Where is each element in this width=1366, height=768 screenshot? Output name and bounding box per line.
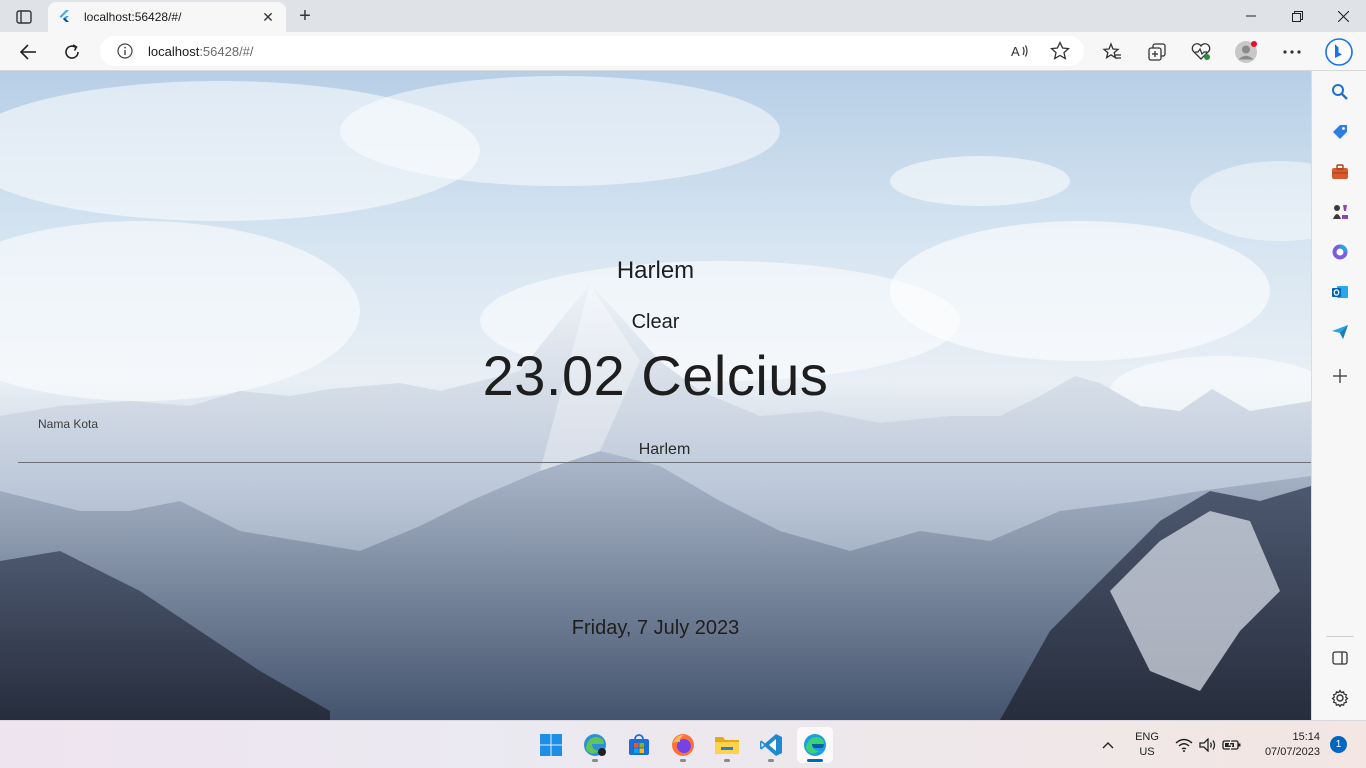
flutter-icon bbox=[58, 9, 74, 25]
weather-description: Clear bbox=[631, 311, 680, 333]
running-indicator bbox=[724, 759, 730, 762]
browser-essentials-icon[interactable] bbox=[1186, 37, 1216, 67]
search-icon[interactable] bbox=[1329, 81, 1351, 103]
sidebar-divider bbox=[1326, 636, 1354, 637]
back-icon[interactable] bbox=[13, 37, 43, 67]
shopping-tag-icon[interactable] bbox=[1329, 121, 1351, 143]
city-input[interactable] bbox=[18, 437, 1311, 463]
site-info-icon[interactable] bbox=[116, 42, 134, 60]
tools-briefcase-icon[interactable] bbox=[1329, 161, 1351, 183]
restore-icon[interactable] bbox=[1274, 0, 1320, 32]
current-date: Friday, 7 July 2023 bbox=[571, 617, 740, 639]
outlook-icon[interactable] bbox=[1329, 281, 1351, 303]
address-bar[interactable]: localhost:56428/#/ A bbox=[100, 36, 1084, 66]
url-host: localhost bbox=[148, 43, 200, 59]
close-window-icon[interactable] bbox=[1320, 0, 1366, 32]
city-field-label: Nama Kota bbox=[38, 417, 99, 431]
svg-text:A: A bbox=[1011, 44, 1020, 59]
file-explorer-icon[interactable] bbox=[709, 727, 745, 763]
bing-copilot-icon[interactable] bbox=[1322, 35, 1356, 69]
language-code: ENG bbox=[1135, 731, 1159, 743]
show-hidden-icons-chevron-icon[interactable] bbox=[1098, 735, 1118, 755]
refresh-icon[interactable] bbox=[57, 37, 87, 67]
window-controls bbox=[1228, 0, 1366, 32]
tab-actions-icon[interactable] bbox=[10, 6, 38, 28]
tab-title: localhost:56428/#/ bbox=[84, 10, 182, 24]
games-chess-icon[interactable] bbox=[1329, 201, 1351, 223]
microsoft-365-icon[interactable] bbox=[1329, 241, 1351, 263]
close-tab-icon[interactable]: ✕ bbox=[260, 9, 276, 25]
edge-browser-icon[interactable] bbox=[797, 727, 833, 763]
start-windows-icon[interactable] bbox=[533, 727, 569, 763]
city-title: Harlem bbox=[616, 257, 695, 284]
windows-taskbar: ENG US 15:14 07/07/2023 1 bbox=[0, 720, 1366, 768]
microsoft-store-icon[interactable] bbox=[621, 727, 657, 763]
vscode-icon[interactable] bbox=[753, 727, 789, 763]
firefox-icon[interactable] bbox=[665, 727, 701, 763]
collections-icon[interactable] bbox=[1142, 37, 1172, 67]
tab-strip: localhost:56428/#/ ✕ + bbox=[0, 0, 1366, 32]
settings-gear-icon[interactable] bbox=[1329, 687, 1351, 709]
hide-sidebar-icon[interactable] bbox=[1329, 647, 1351, 669]
system-clock[interactable]: 15:14 07/07/2023 bbox=[1254, 730, 1320, 760]
profile-avatar[interactable] bbox=[1231, 37, 1261, 67]
clock-time: 15:14 bbox=[1292, 731, 1320, 743]
running-indicator bbox=[592, 759, 598, 762]
active-indicator bbox=[807, 759, 823, 762]
favorite-star-icon[interactable] bbox=[1049, 40, 1071, 66]
read-aloud-icon[interactable]: A bbox=[1010, 41, 1030, 66]
minimize-icon[interactable] bbox=[1228, 0, 1274, 32]
weather-app-page: Harlem Clear 23.02 Celcius Nama Kota Fri… bbox=[0, 71, 1311, 720]
running-indicator bbox=[768, 759, 774, 762]
favorites-icon[interactable] bbox=[1097, 37, 1127, 67]
browser-toolbar: localhost:56428/#/ A bbox=[0, 32, 1366, 71]
temperature-value: 23.02 Celcius bbox=[482, 344, 829, 407]
region-code: US bbox=[1139, 746, 1155, 758]
drop-send-icon[interactable] bbox=[1329, 321, 1351, 343]
input-language[interactable]: ENG US bbox=[1132, 730, 1162, 760]
more-options-icon[interactable] bbox=[1277, 37, 1307, 67]
new-tab-icon[interactable]: + bbox=[294, 5, 316, 27]
edge-dev-icon[interactable] bbox=[577, 727, 613, 763]
browser-tab[interactable]: localhost:56428/#/ ✕ bbox=[48, 2, 286, 32]
battery-icon[interactable] bbox=[1222, 735, 1242, 755]
notification-badge[interactable]: 1 bbox=[1330, 736, 1347, 753]
clock-date: 07/07/2023 bbox=[1264, 746, 1320, 758]
add-sidebar-app-icon[interactable] bbox=[1329, 365, 1351, 387]
edge-sidebar bbox=[1311, 71, 1366, 720]
wifi-icon[interactable] bbox=[1174, 735, 1194, 755]
volume-icon[interactable] bbox=[1198, 735, 1218, 755]
running-indicator bbox=[680, 759, 686, 762]
url-path: :56428/#/ bbox=[199, 43, 254, 59]
